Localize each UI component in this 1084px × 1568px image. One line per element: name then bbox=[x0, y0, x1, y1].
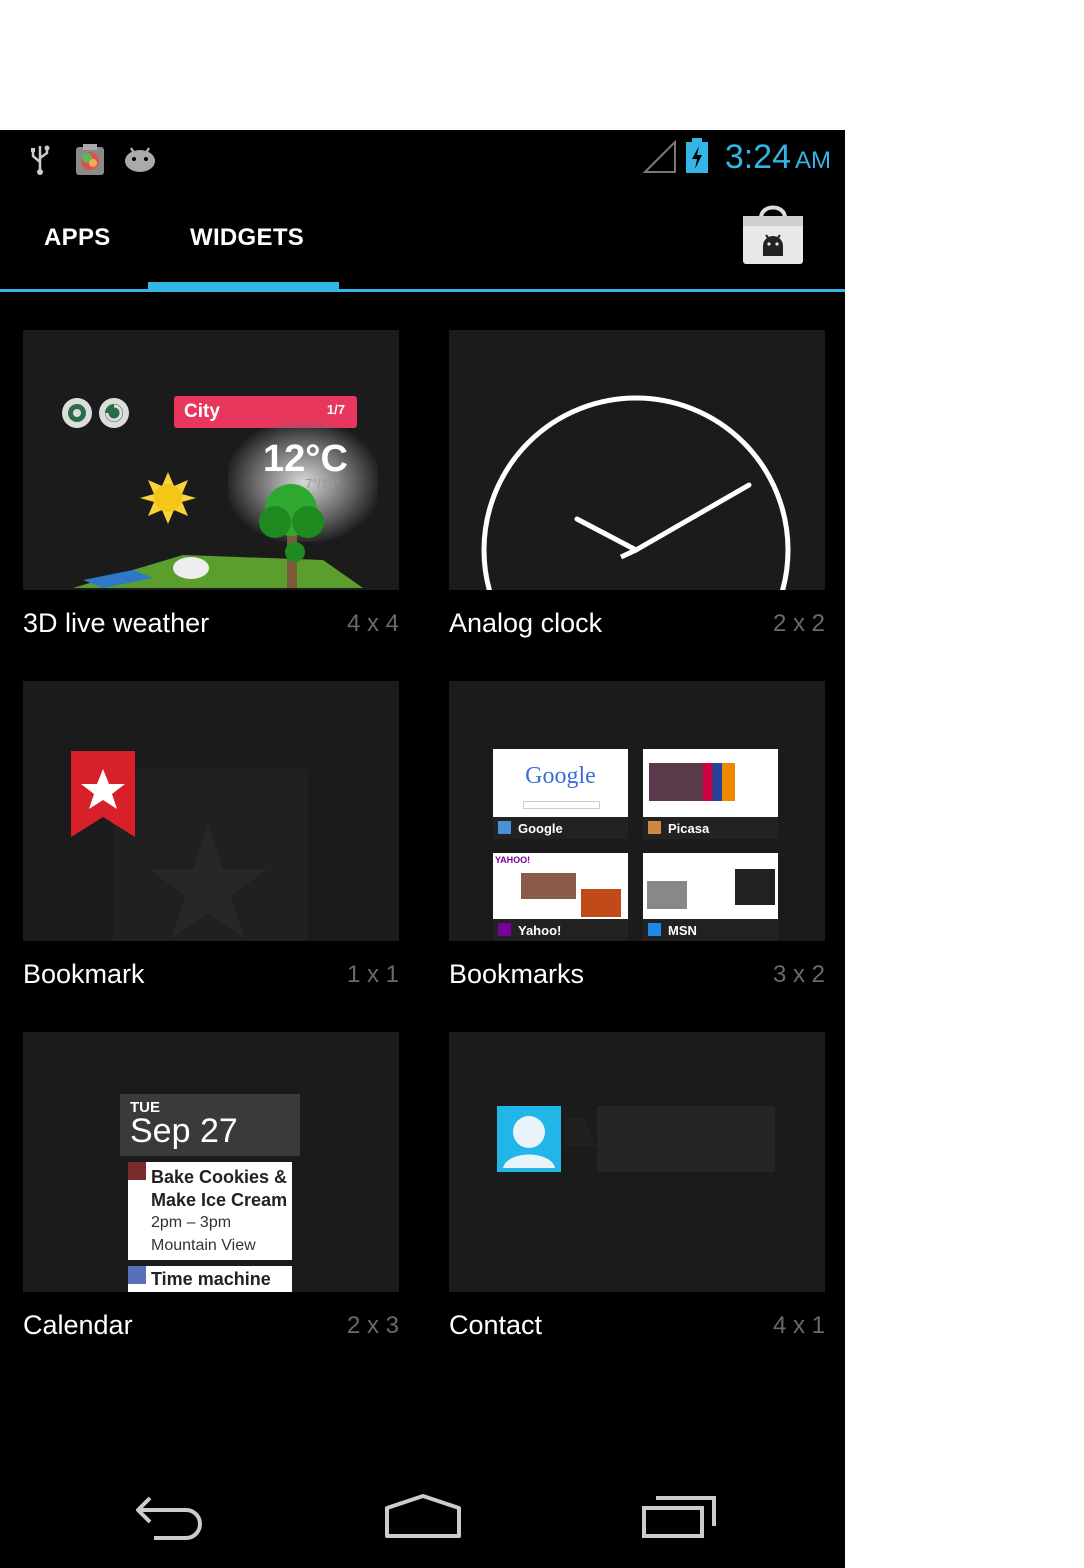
widget-name: Calendar bbox=[23, 1310, 133, 1340]
tab-divider bbox=[0, 289, 845, 292]
event-title-line: Bake Cookies & bbox=[151, 1167, 288, 1187]
msn-photo bbox=[735, 869, 775, 905]
thumb-label: Google bbox=[518, 821, 563, 836]
status-bar: 3:24 AM bbox=[0, 130, 845, 188]
event-title: Bake Cookies & Make Ice Cream bbox=[151, 1166, 292, 1212]
yahoo-icon bbox=[498, 923, 511, 936]
widget-size: 2 x 2 bbox=[772, 610, 825, 637]
tab-bar: APPS WIDGETS bbox=[0, 188, 845, 292]
yahoo-logo: YAHOO! bbox=[495, 855, 531, 865]
contact-name-placeholder bbox=[597, 1106, 775, 1172]
bookmark-thumb: Google Google bbox=[493, 749, 628, 839]
widget-name: Bookmarks bbox=[449, 959, 585, 989]
widget-preview bbox=[449, 330, 825, 590]
weather-scene-icon bbox=[73, 472, 363, 588]
thumb-label: Picasa bbox=[668, 821, 710, 836]
calendar-event: Bake Cookies & Make Ice Cream 2pm – 3pm … bbox=[128, 1162, 292, 1260]
thumb-label-bar bbox=[643, 919, 778, 941]
widget-preview bbox=[23, 681, 399, 941]
thumb-label: Yahoo! bbox=[518, 923, 562, 938]
event-color bbox=[128, 1162, 146, 1180]
widget-size: 2 x 3 bbox=[346, 1312, 399, 1339]
battery-charging-icon bbox=[686, 138, 708, 173]
widget-name: Bookmark bbox=[23, 959, 145, 989]
bookmark-icon bbox=[71, 751, 135, 837]
thumb-label: MSN bbox=[668, 923, 697, 938]
bookmark-thumb: YAHOO! Yahoo! bbox=[493, 853, 628, 941]
widget-name: 3D live weather bbox=[23, 608, 210, 638]
msn-icon bbox=[648, 923, 661, 936]
signal-icon bbox=[643, 140, 676, 173]
analog-clock-icon bbox=[481, 395, 791, 590]
search-box bbox=[523, 801, 600, 809]
thumb-label-bar bbox=[643, 817, 778, 839]
event-title-line: Make Ice Cream bbox=[151, 1190, 288, 1210]
back-icon[interactable] bbox=[132, 1490, 208, 1540]
widget-preview: Google Google Picasa YAHOO! Yahoo! MSN bbox=[449, 681, 825, 941]
tab-apps[interactable]: APPS bbox=[44, 224, 111, 252]
android-icon bbox=[125, 147, 155, 172]
google-logo: Google bbox=[525, 763, 596, 789]
navigation-bar bbox=[0, 1478, 845, 1568]
weather-settings-icons bbox=[62, 398, 129, 428]
bookmark-thumb: Picasa bbox=[643, 749, 778, 839]
calendar-header: TUE Sep 27 bbox=[120, 1094, 300, 1156]
event-location: Mountain View bbox=[151, 1237, 256, 1254]
event-color bbox=[128, 1266, 146, 1284]
widget-size: 3 x 2 bbox=[772, 961, 825, 988]
widget-size: 4 x 4 bbox=[346, 610, 399, 637]
yahoo-photo bbox=[521, 873, 576, 899]
home-icon[interactable] bbox=[383, 1490, 463, 1540]
widget-preview: TUE Sep 27 Bake Cookies & Make Ice Cream… bbox=[23, 1032, 399, 1292]
tab-widgets[interactable]: WIDGETS bbox=[190, 224, 304, 252]
status-clock: 3:24 AM bbox=[724, 138, 831, 176]
calendar-event: Time machine bbox=[128, 1266, 292, 1292]
widget-name: Contact bbox=[449, 1310, 543, 1340]
usb-icon bbox=[31, 145, 50, 175]
widget-name: Analog clock bbox=[449, 608, 603, 638]
widget-size: 1 x 1 bbox=[346, 961, 399, 988]
picasa-photos-2 bbox=[703, 763, 735, 801]
widget-size: 4 x 1 bbox=[772, 1312, 825, 1339]
widget-preview bbox=[449, 1032, 825, 1292]
yahoo-ad bbox=[581, 889, 621, 917]
google-icon bbox=[498, 821, 511, 834]
recent-apps-icon[interactable] bbox=[640, 1490, 718, 1540]
event-title: Time machine bbox=[151, 1269, 271, 1289]
phone-screen: 3:24 AM APPS WIDGETS City 1/7 12°C 7°/14… bbox=[0, 130, 845, 1568]
star-placeholder-icon bbox=[148, 826, 268, 939]
event-time: 2pm – 3pm bbox=[151, 1214, 232, 1231]
picasa-icon bbox=[648, 821, 661, 834]
msn-photo-2 bbox=[647, 881, 687, 909]
calendar-date: Sep 27 bbox=[130, 1112, 238, 1150]
gallery-icon bbox=[76, 144, 104, 175]
play-store-icon[interactable] bbox=[741, 202, 805, 266]
widget-preview: City 1/7 12°C 7°/14° bbox=[23, 330, 399, 590]
contact-avatar-icon bbox=[497, 1106, 597, 1172]
bookmark-thumb: MSN bbox=[643, 853, 778, 941]
